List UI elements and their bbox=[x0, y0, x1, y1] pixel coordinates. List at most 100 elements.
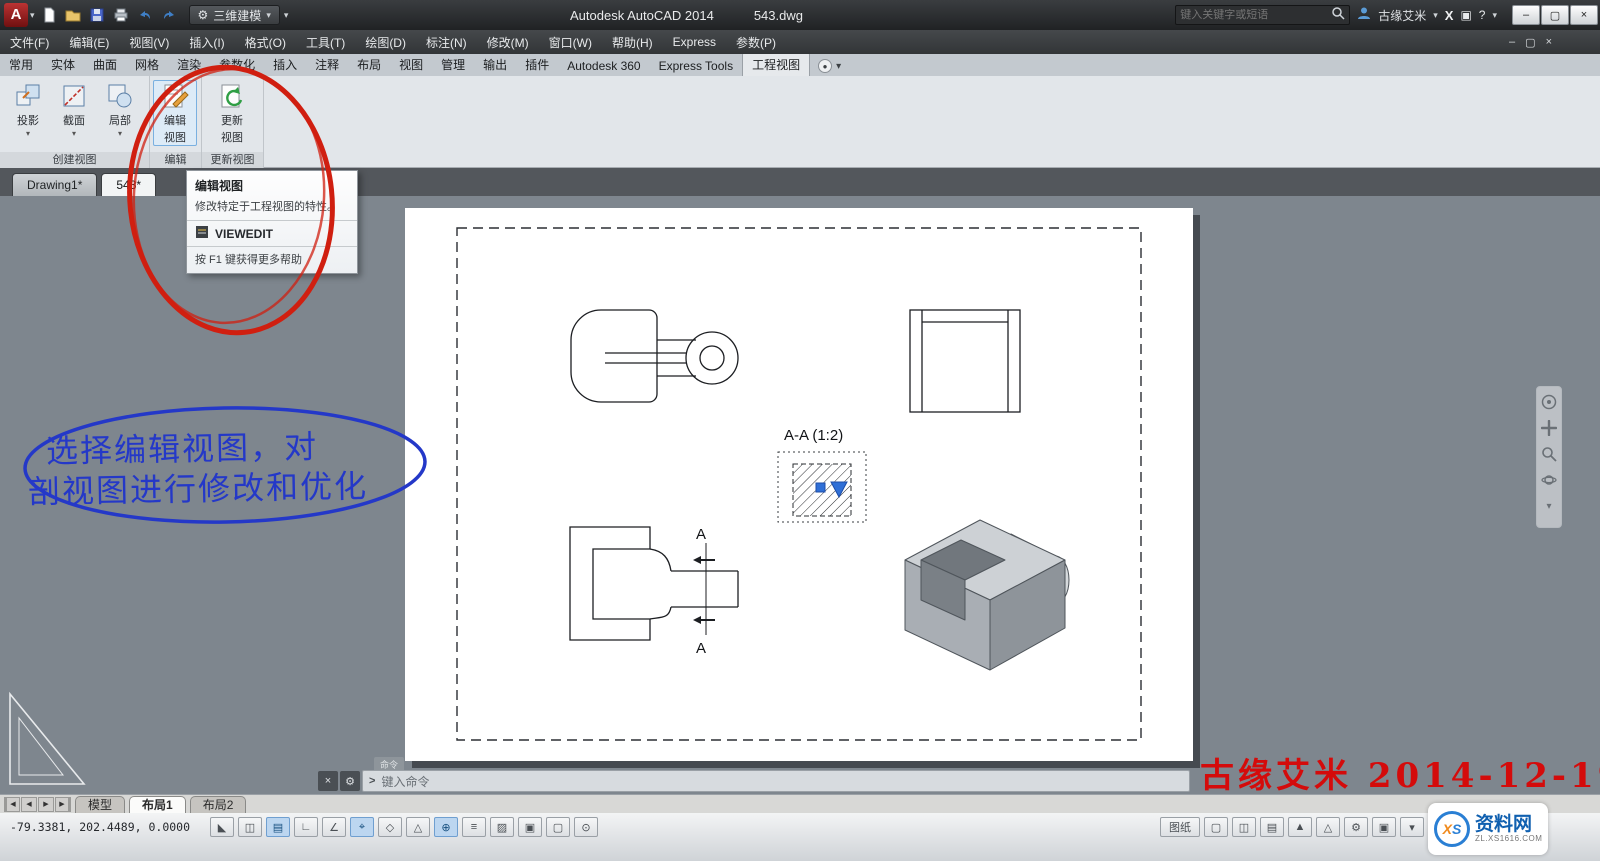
chevron-down-icon[interactable]: ▾ bbox=[1492, 10, 1497, 21]
menu-insert[interactable]: 插入(I) bbox=[179, 30, 234, 54]
file-tab-drawing1[interactable]: Drawing1* bbox=[12, 173, 97, 196]
menu-tools[interactable]: 工具(T) bbox=[296, 30, 355, 54]
menu-file[interactable]: 文件(F) bbox=[0, 30, 59, 54]
prev-tab-icon[interactable]: ◀ bbox=[21, 797, 37, 812]
menu-modify[interactable]: 修改(M) bbox=[477, 30, 539, 54]
menu-help[interactable]: 帮助(H) bbox=[602, 30, 663, 54]
menu-draw[interactable]: 绘图(D) bbox=[355, 30, 416, 54]
ribbon-tab-mesh[interactable]: 网格 bbox=[126, 53, 168, 76]
ribbon-tab-solid[interactable]: 实体 bbox=[42, 53, 84, 76]
snap-toggle[interactable]: ◫ bbox=[238, 817, 262, 837]
dynamic-input-toggle[interactable]: ⊕ bbox=[434, 817, 458, 837]
command-customize-icon[interactable]: ⚙ bbox=[340, 771, 360, 791]
ribbon-tab-layout[interactable]: 布局 bbox=[348, 53, 390, 76]
navbar-more-icon[interactable]: ▾ bbox=[1540, 497, 1558, 515]
exchange-apps-icon[interactable]: X bbox=[1445, 8, 1454, 23]
transparency-toggle[interactable]: ▨ bbox=[490, 817, 514, 837]
menu-format[interactable]: 格式(O) bbox=[235, 30, 296, 54]
grid-toggle[interactable]: ▤ bbox=[266, 817, 290, 837]
3d-object-snap-toggle[interactable]: ◇ bbox=[378, 817, 402, 837]
projected-view-button[interactable]: 投影 ▾ bbox=[6, 80, 50, 139]
drawing-area[interactable]: A-A (1:2) bbox=[0, 196, 1600, 794]
update-view-button[interactable]: 更新 视图 bbox=[210, 80, 254, 146]
undo-button[interactable] bbox=[135, 5, 155, 25]
paper-space-button[interactable]: 图纸 bbox=[1160, 817, 1200, 837]
quick-view-layouts-button[interactable]: ◫ bbox=[1232, 817, 1256, 837]
annotation-scale-button[interactable]: ▲ bbox=[1288, 817, 1312, 837]
workspace-switcher[interactable]: ⚙ 三维建模 ▾ bbox=[189, 5, 280, 25]
tab-model[interactable]: 模型 bbox=[75, 796, 125, 813]
tab-layout2[interactable]: 布局2 bbox=[190, 796, 247, 813]
ribbon-tab-insert[interactable]: 插入 bbox=[264, 53, 306, 76]
chevron-down-icon[interactable]: ▾ bbox=[1433, 10, 1438, 21]
new-file-button[interactable] bbox=[39, 5, 59, 25]
ribbon-tab-view[interactable]: 视图 bbox=[390, 53, 432, 76]
qat-customize-icon[interactable]: ▾ bbox=[284, 10, 289, 21]
annotation-monitor-toggle[interactable]: ⊙ bbox=[574, 817, 598, 837]
selection-cycling-toggle[interactable]: ▢ bbox=[546, 817, 570, 837]
file-tab-543[interactable]: 543* bbox=[101, 173, 156, 196]
first-tab-icon[interactable]: ◀ bbox=[4, 797, 20, 812]
restore-button[interactable]: ▢ bbox=[1541, 5, 1569, 25]
section-view-button[interactable]: 截面 ▾ bbox=[52, 80, 96, 139]
ribbon-tab-annotate[interactable]: 注释 bbox=[306, 53, 348, 76]
close-button[interactable]: × bbox=[1570, 5, 1598, 25]
panel-label-create-view[interactable]: 创建视图 bbox=[0, 152, 149, 168]
tab-layout1[interactable]: 布局1 bbox=[129, 796, 186, 813]
clean-screen-button[interactable]: ▣ bbox=[1372, 817, 1396, 837]
workspace-gear-button[interactable]: ⚙ bbox=[1344, 817, 1368, 837]
ribbon-cycle-icon[interactable]: ● bbox=[818, 59, 832, 73]
ribbon-tab-output[interactable]: 输出 bbox=[474, 53, 516, 76]
view-isometric-3d[interactable] bbox=[905, 520, 1069, 670]
ribbon-minimize-icon[interactable]: ▾ bbox=[836, 61, 841, 72]
save-button[interactable] bbox=[87, 5, 107, 25]
ribbon-tab-parametric[interactable]: 参数化 bbox=[210, 53, 264, 76]
command-close-icon[interactable]: × bbox=[318, 771, 338, 791]
search-icon[interactable] bbox=[1331, 6, 1345, 25]
steering-wheel-icon[interactable] bbox=[1540, 393, 1558, 411]
lineweight-toggle[interactable]: ≡ bbox=[462, 817, 486, 837]
menu-parametric[interactable]: 参数(P) bbox=[726, 30, 786, 54]
next-tab-icon[interactable]: ▶ bbox=[38, 797, 54, 812]
quick-properties-toggle[interactable]: ▣ bbox=[518, 817, 542, 837]
dynamic-ucs-toggle[interactable]: △ bbox=[406, 817, 430, 837]
mdi-restore-button[interactable]: ▢ bbox=[1525, 36, 1535, 49]
command-input[interactable]: > 键入命令 bbox=[362, 770, 1190, 792]
section-view-aa[interactable]: A-A (1:2) bbox=[778, 427, 866, 522]
panel-label-edit[interactable]: 编辑 bbox=[150, 152, 201, 168]
ribbon-tab-plugins[interactable]: 插件 bbox=[516, 53, 558, 76]
infer-constraints-toggle[interactable]: ◣ bbox=[210, 817, 234, 837]
ribbon-tab-manage[interactable]: 管理 bbox=[432, 53, 474, 76]
search-input[interactable] bbox=[1180, 9, 1331, 21]
help-icon[interactable]: ? bbox=[1479, 8, 1486, 22]
view-front[interactable]: A A bbox=[570, 526, 738, 657]
ribbon-tab-surface[interactable]: 曲面 bbox=[84, 53, 126, 76]
menu-window[interactable]: 窗口(W) bbox=[539, 30, 602, 54]
ortho-toggle[interactable]: ∟ bbox=[294, 817, 318, 837]
grip-square[interactable] bbox=[816, 483, 825, 492]
edit-view-button[interactable]: 编辑 视图 bbox=[153, 80, 197, 146]
redo-button[interactable] bbox=[159, 5, 179, 25]
ribbon-tab-home[interactable]: 常用 bbox=[0, 53, 42, 76]
minimize-button[interactable]: – bbox=[1512, 5, 1540, 25]
ribbon-tab-autodesk360[interactable]: Autodesk 360 bbox=[558, 56, 649, 76]
menu-dimension[interactable]: 标注(N) bbox=[416, 30, 477, 54]
polar-tracking-toggle[interactable]: ∠ bbox=[322, 817, 346, 837]
menu-express[interactable]: Express bbox=[663, 30, 726, 54]
model-space-button[interactable]: ▢ bbox=[1204, 817, 1228, 837]
quick-view-drawings-button[interactable]: ▤ bbox=[1260, 817, 1284, 837]
communication-center-icon[interactable]: ▣ bbox=[1460, 8, 1471, 22]
panel-label-update-view[interactable]: 更新视图 bbox=[202, 152, 263, 168]
last-tab-icon[interactable]: ▶ bbox=[55, 797, 71, 812]
zoom-icon[interactable] bbox=[1540, 445, 1558, 463]
menu-view[interactable]: 视图(V) bbox=[119, 30, 179, 54]
mdi-close-button[interactable]: × bbox=[1546, 36, 1552, 49]
view-side[interactable] bbox=[910, 310, 1020, 412]
object-snap-toggle[interactable]: ⌖ bbox=[350, 817, 374, 837]
app-menu-button[interactable]: A ▾ bbox=[4, 3, 35, 27]
detail-view-button[interactable]: 局部 ▾ bbox=[98, 80, 142, 139]
ribbon-tab-drawing-views[interactable]: 工程视图 bbox=[742, 52, 810, 76]
annotation-visibility-button[interactable]: △ bbox=[1316, 817, 1340, 837]
signin-user[interactable]: 古缘艾米 bbox=[1378, 7, 1426, 24]
view-top[interactable] bbox=[571, 310, 738, 402]
